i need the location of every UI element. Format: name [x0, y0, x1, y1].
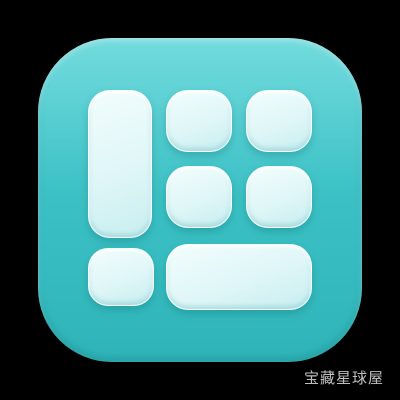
tile-bot-wide	[166, 244, 312, 310]
tile-mid-mid	[166, 166, 232, 228]
tile-top-right	[246, 90, 312, 152]
tile-bot-left	[88, 248, 154, 306]
canvas: 宝藏星球屋	[0, 0, 400, 400]
tile-top-mid	[166, 90, 232, 152]
watermark-text: 宝藏星球屋	[303, 369, 384, 387]
tile-mid-right	[246, 166, 312, 228]
tile-tall	[88, 90, 152, 238]
grid-layout-icon[interactable]	[38, 38, 362, 362]
